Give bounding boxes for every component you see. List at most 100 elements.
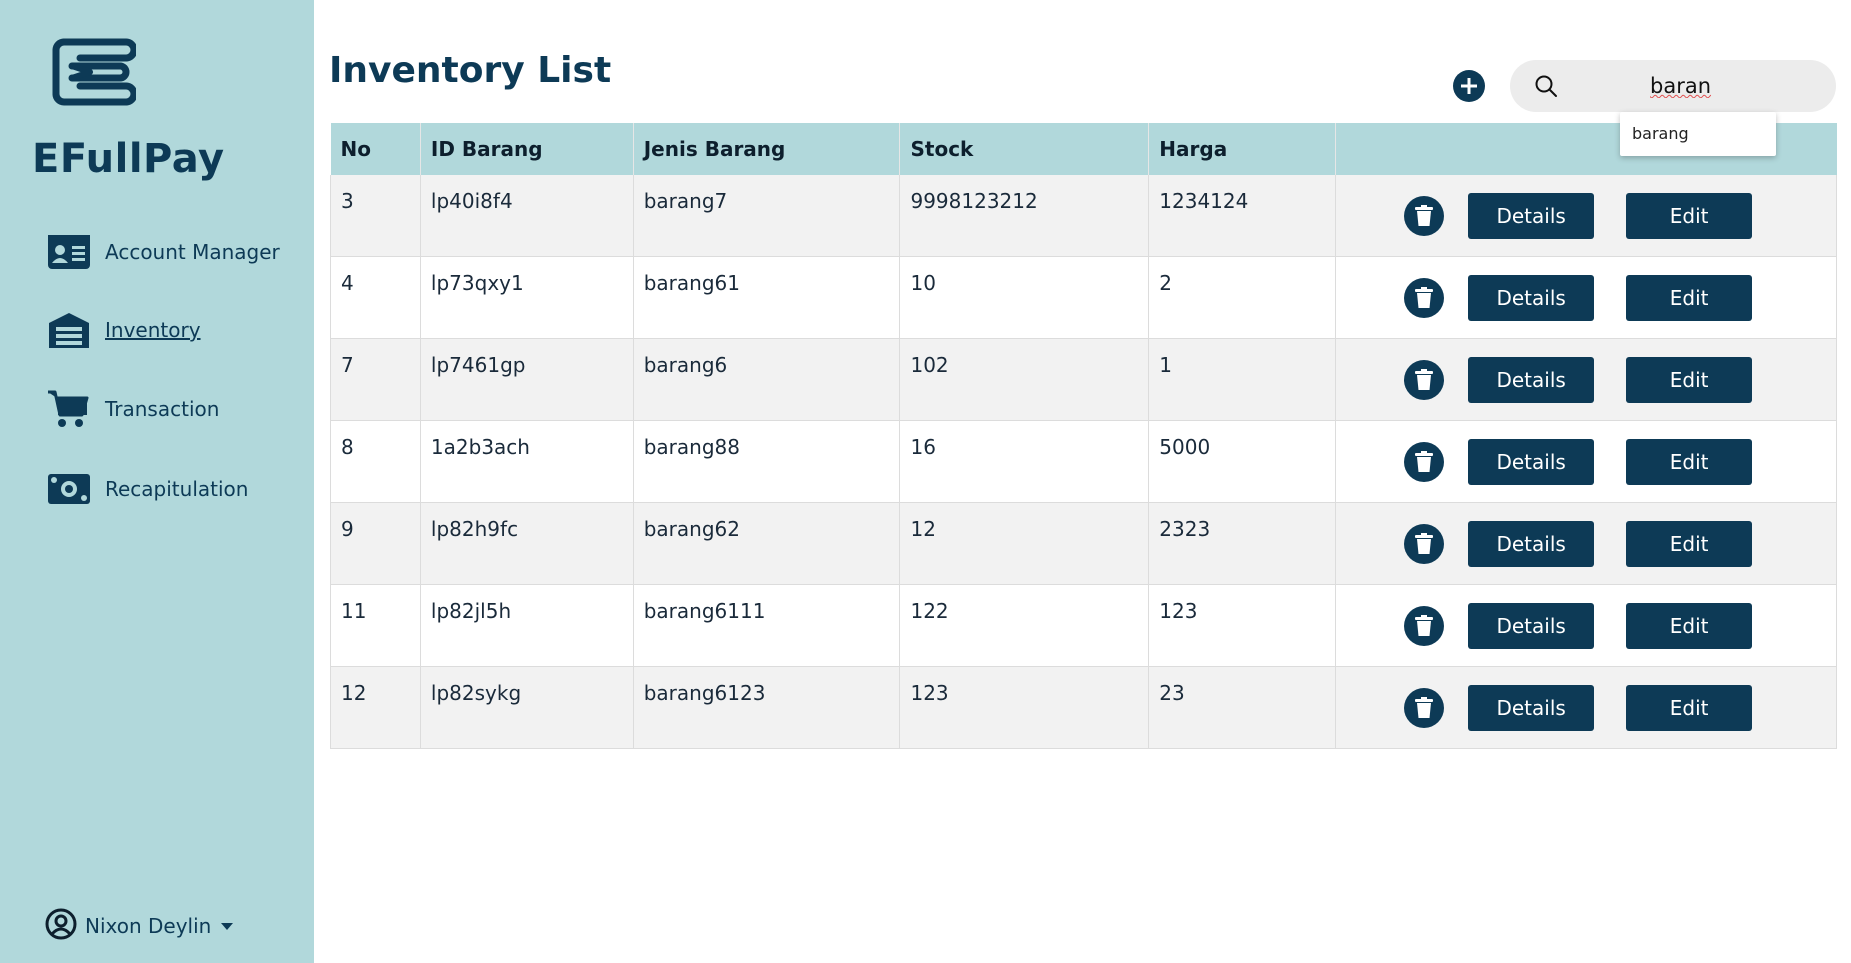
page-title: Inventory List: [329, 50, 612, 91]
column-header-id-barang: ID Barang: [420, 123, 634, 175]
trash-icon: [1415, 532, 1434, 554]
delete-button[interactable]: [1404, 277, 1445, 318]
cell-actions: Details Edit: [1335, 502, 1837, 585]
cell-jenis-barang: barang88: [633, 420, 901, 503]
delete-button[interactable]: [1404, 359, 1445, 400]
sidebar-item-label: Account Manager: [105, 240, 280, 264]
column-header-harga: Harga: [1148, 123, 1337, 175]
details-button[interactable]: Details: [1468, 438, 1595, 485]
cell-actions: Details Edit: [1335, 175, 1837, 257]
autocomplete-option[interactable]: barang: [1620, 112, 1776, 155]
cell-stock: 16: [899, 420, 1150, 503]
delete-button[interactable]: [1404, 605, 1445, 646]
money-icon: [47, 469, 93, 509]
sidebar-item-label: Recapitulation: [105, 477, 249, 501]
id-card-icon: [47, 232, 93, 272]
delete-button[interactable]: [1404, 195, 1445, 236]
trash-icon: [1415, 204, 1434, 226]
cell-harga: 1234124: [1148, 175, 1337, 257]
plus-icon: [1461, 78, 1477, 94]
add-item-button[interactable]: [1453, 70, 1485, 102]
edit-button[interactable]: Edit: [1626, 192, 1753, 239]
cell-jenis-barang: barang6123: [633, 666, 901, 749]
cell-jenis-barang: barang61: [633, 256, 901, 339]
brand-name: EFullPay: [32, 136, 225, 182]
cell-id-barang: lp82jl5h: [420, 584, 634, 667]
column-header-stock: Stock: [899, 123, 1150, 175]
cell-harga: 1: [1148, 338, 1337, 421]
edit-button[interactable]: Edit: [1626, 274, 1753, 321]
details-button[interactable]: Details: [1468, 192, 1595, 239]
delete-button[interactable]: [1404, 523, 1445, 564]
details-button[interactable]: Details: [1468, 274, 1595, 321]
trash-icon: [1415, 368, 1434, 390]
cell-actions: Details Edit: [1335, 256, 1837, 339]
cell-harga: 123: [1148, 584, 1337, 667]
cell-stock: 12: [899, 502, 1150, 585]
cart-icon: [47, 389, 93, 429]
sidebar-item-label: Transaction: [105, 397, 220, 421]
cell-id-barang: lp73qxy1: [420, 256, 634, 339]
table-row: 8 1a2b3ach barang88 16 5000 Details Edit: [330, 420, 1837, 503]
cell-jenis-barang: barang6111: [633, 584, 901, 667]
trash-icon: [1415, 614, 1434, 636]
details-button[interactable]: Details: [1468, 520, 1595, 567]
trash-icon: [1415, 696, 1434, 718]
edit-button[interactable]: Edit: [1626, 602, 1753, 649]
table-row: 12 lp82sykg barang6123 123 23 Details Ed…: [330, 666, 1837, 749]
sidebar-item-transaction[interactable]: Transaction: [47, 387, 219, 431]
cell-harga: 2323: [1148, 502, 1337, 585]
table-row: 9 lp82h9fc barang62 12 2323 Details Edit: [330, 502, 1837, 585]
search-input[interactable]: [1650, 70, 1820, 102]
cell-harga: 23: [1148, 666, 1337, 749]
delete-button[interactable]: [1404, 687, 1445, 728]
cell-no: 4: [330, 256, 421, 339]
cell-no: 3: [330, 175, 421, 257]
cell-no: 8: [330, 420, 421, 503]
edit-button[interactable]: Edit: [1626, 684, 1753, 731]
cell-id-barang: lp82h9fc: [420, 502, 634, 585]
cell-actions: Details Edit: [1335, 584, 1837, 667]
edit-button[interactable]: Edit: [1626, 520, 1753, 567]
details-button[interactable]: Details: [1468, 684, 1595, 731]
details-button[interactable]: Details: [1468, 602, 1595, 649]
sidebar-item-recapitulation[interactable]: Recapitulation: [47, 467, 248, 511]
column-header-jenis-barang: Jenis Barang: [633, 123, 901, 175]
edit-button[interactable]: Edit: [1626, 438, 1753, 485]
cell-jenis-barang: barang7: [633, 175, 901, 257]
cell-jenis-barang: barang62: [633, 502, 901, 585]
cell-no: 12: [330, 666, 421, 749]
cell-harga: 2: [1148, 256, 1337, 339]
details-button[interactable]: Details: [1468, 356, 1595, 403]
sidebar-item-inventory[interactable]: Inventory: [47, 308, 201, 352]
trash-icon: [1415, 450, 1434, 472]
cell-stock: 9998123212: [899, 175, 1150, 257]
edit-button[interactable]: Edit: [1626, 356, 1753, 403]
cell-id-barang: 1a2b3ach: [420, 420, 634, 503]
cell-stock: 10: [899, 256, 1150, 339]
table-row: 4 lp73qxy1 barang61 10 2 Details Edit: [330, 256, 1837, 339]
cell-no: 11: [330, 584, 421, 667]
user-menu[interactable]: Nixon Deylin: [45, 908, 234, 944]
cell-id-barang: lp7461gp: [420, 338, 634, 421]
cell-stock: 123: [899, 666, 1150, 749]
search-autocomplete: barang: [1620, 112, 1776, 156]
table-header-row: No ID Barang Jenis Barang Stock Harga: [330, 123, 1837, 175]
cell-stock: 122: [899, 584, 1150, 667]
cell-actions: Details Edit: [1335, 420, 1837, 503]
delete-button[interactable]: [1404, 441, 1445, 482]
user-name: Nixon Deylin: [85, 914, 212, 938]
inventory-table: No ID Barang Jenis Barang Stock Harga 3 …: [330, 123, 1837, 749]
column-header-no: No: [330, 123, 421, 175]
cell-no: 7: [330, 338, 421, 421]
cell-harga: 5000: [1148, 420, 1337, 503]
cell-id-barang: lp82sykg: [420, 666, 634, 749]
sidebar-item-account-manager[interactable]: Account Manager: [47, 230, 280, 274]
chevron-down-icon: [221, 922, 234, 930]
sidebar-item-label: Inventory: [105, 318, 201, 342]
trash-icon: [1415, 286, 1434, 308]
table-row: 11 lp82jl5h barang6111 122 123 Details E…: [330, 584, 1837, 667]
search-box: [1510, 60, 1836, 112]
search-icon: [1535, 75, 1557, 97]
cell-actions: Details Edit: [1335, 666, 1837, 749]
